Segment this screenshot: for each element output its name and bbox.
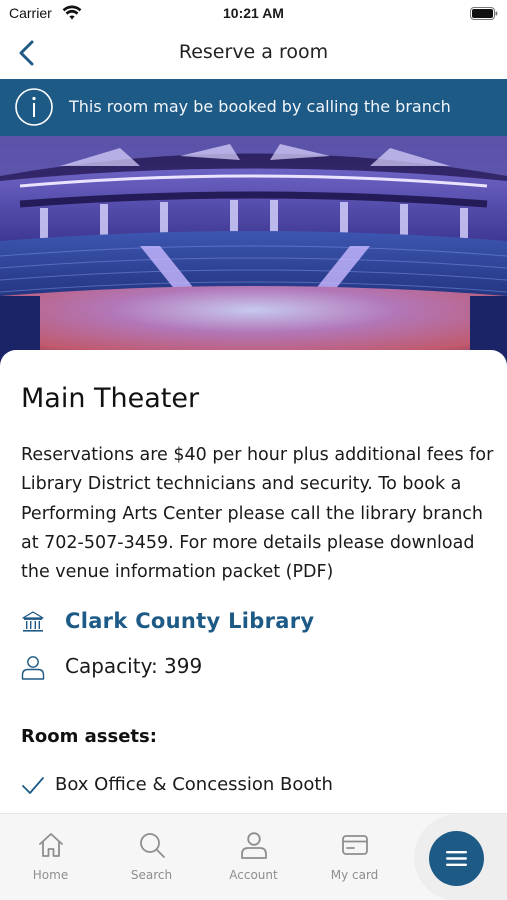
tab-my-card-label: My card <box>330 868 379 882</box>
menu-icon <box>446 851 467 866</box>
tab-search[interactable]: Search <box>101 814 202 900</box>
hero-image <box>0 136 507 366</box>
search-icon <box>140 833 165 858</box>
tab-account[interactable]: Account <box>203 814 304 900</box>
info-banner-text: This room may be booked by calling the b… <box>69 97 451 116</box>
account-icon <box>241 832 267 859</box>
card-icon <box>342 835 368 855</box>
tab-bar: Home Search Account My card <box>0 813 507 900</box>
tab-home-label: Home <box>32 868 69 882</box>
tab-home[interactable]: Home <box>0 814 101 900</box>
room-details-card: Main Theater Reservations are $40 per ho… <box>0 350 507 820</box>
battery-icon <box>470 7 498 20</box>
capacity-row: Capacity: 399 <box>21 652 401 682</box>
library-link[interactable]: Clark County Library <box>21 608 401 638</box>
tab-search-label: Search <box>130 868 173 882</box>
capacity-text: Capacity: 399 <box>65 654 203 678</box>
list-item: Box Office & Concession Booth <box>21 773 421 801</box>
tab-my-card[interactable]: My card <box>304 814 405 900</box>
info-banner: This room may be booked by calling the b… <box>0 79 507 136</box>
asset-label: Box Office & Concession Booth <box>55 774 333 795</box>
status-time: 10:21 AM <box>223 5 284 21</box>
info-icon <box>15 88 53 126</box>
room-title: Main Theater <box>21 383 200 414</box>
status-bar: Carrier 10:21 AM <box>0 0 507 30</box>
menu-button-container <box>414 814 507 900</box>
library-building-icon <box>22 611 44 632</box>
room-description: Reservations are $40 per hour plus addit… <box>21 445 494 583</box>
theater-photo <box>0 136 507 366</box>
tab-account-label: Account <box>229 868 278 882</box>
page-title: Reserve a room <box>178 41 329 63</box>
home-icon <box>39 833 63 857</box>
room-assets-heading: Room assets: <box>21 726 157 747</box>
nav-bar: Reserve a room <box>0 30 507 79</box>
library-name: Clark County Library <box>65 609 315 633</box>
checkmark-icon <box>22 777 44 794</box>
menu-button[interactable] <box>429 831 484 886</box>
person-icon <box>21 656 45 680</box>
